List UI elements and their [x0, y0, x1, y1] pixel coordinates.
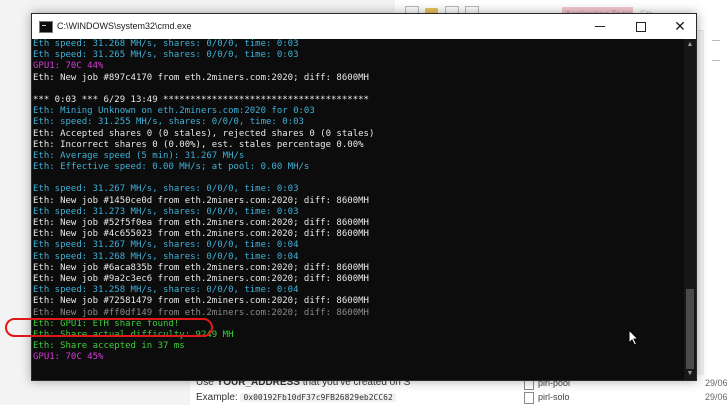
console-line: Eth: New job #897c4170 from eth.2miners.… [33, 72, 369, 83]
desktop: Application Tools Eth... Use YOUR_ADDRES… [0, 0, 727, 405]
console-line: Eth speed: 31.268 MH/s, shares: 0/0/0, t… [33, 39, 299, 49]
console-line: Eth: New job #9a2c3ec6 from eth.2miners.… [33, 273, 369, 284]
console-line: Eth: New job #6aca835b from eth.2miners.… [33, 262, 369, 273]
console-line: GPU1: 70C 45% [33, 352, 104, 363]
console-line: Eth speed: 31.268 MH/s, shares: 0/0/0, t… [33, 251, 299, 262]
scroll-down-icon[interactable]: ▼ [686, 370, 694, 378]
share-found-highlight [5, 318, 213, 337]
console-line: *** 0:03 *** 6/29 13:49 ****************… [33, 94, 369, 105]
console-line: Eth: New job #72581479 from eth.2miners.… [33, 296, 369, 307]
console-line: Eth: speed: 31.255 MH/s, shares: 0/0/0, … [33, 117, 304, 128]
file-icon [524, 392, 534, 404]
minimize-icon [595, 26, 605, 28]
console-line: Eth: Accepted shares 0 (0 stales), rejec… [33, 128, 375, 139]
console-line: Eth: Incorrect shares 0 (0.00%), est. st… [33, 139, 364, 150]
scrollbar[interactable]: ▲ ▼ [684, 39, 696, 380]
background-window-edge [703, 30, 727, 375]
console-line: Eth speed: 31.273 MH/s, shares: 0/0/0, t… [33, 206, 299, 217]
maximize-icon [636, 21, 646, 32]
console-line: Eth speed: 31.267 MH/s, shares: 0/0/0, t… [33, 240, 299, 251]
console-line: GPU1: 70C 44% [33, 61, 104, 72]
console-line: Eth: New job #ff0df149 from eth.2miners.… [33, 307, 369, 318]
chevron-icon [712, 60, 720, 67]
example-text: Example: 0x00192Fb10dF37c9FB26829eb2CC62 [196, 392, 396, 404]
console-line: Eth: Mining Unknown on eth.2miners.com:2… [33, 106, 315, 117]
cmd-icon[interactable] [39, 21, 53, 33]
example-address-code: 0x00192Fb10dF37c9FB26829eb2CC62 [240, 393, 396, 402]
cmd-titlebar[interactable]: C:\WINDOWS\system32\cmd.exe ✕ [32, 14, 696, 39]
window-title: C:\WINDOWS\system32\cmd.exe [57, 21, 192, 31]
file-row[interactable]: pirl-solo 29/06 [520, 390, 727, 404]
console-line: Eth speed: 31.265 MH/s, shares: 0/0/0, t… [33, 50, 299, 61]
close-button[interactable]: ✕ [660, 14, 700, 39]
console-line: Eth speed: 31.267 MH/s, shares: 0/0/0, t… [33, 184, 299, 195]
console-line: Eth: New job #52f5f0ea from eth.2miners.… [33, 218, 369, 228]
minimize-button[interactable] [580, 14, 620, 39]
scroll-thumb[interactable] [686, 289, 694, 369]
console-line: Eth: Effective speed: 0.00 MH/s; at pool… [33, 162, 310, 173]
console-line: Eth speed: 31.258 MH/s, shares: 0/0/0, t… [33, 285, 299, 296]
console-line: Eth: New job #4c655023 from eth.2miners.… [33, 229, 369, 240]
console-line: Eth: Average speed (5 min): 31.267 MH/s [33, 150, 245, 161]
chevron-icon [712, 40, 720, 47]
console-line: Eth: New job #1450ce0d from eth.2miners.… [33, 195, 369, 206]
file-date: 29/06 [705, 378, 727, 388]
maximize-button[interactable] [621, 14, 661, 39]
console-line: Eth: Share accepted in 37 ms [33, 341, 185, 352]
mouse-cursor-icon [628, 329, 640, 346]
scroll-up-icon[interactable]: ▲ [686, 41, 694, 49]
file-date: 29/06 [705, 392, 727, 402]
file-name: pirl-solo [538, 392, 570, 402]
